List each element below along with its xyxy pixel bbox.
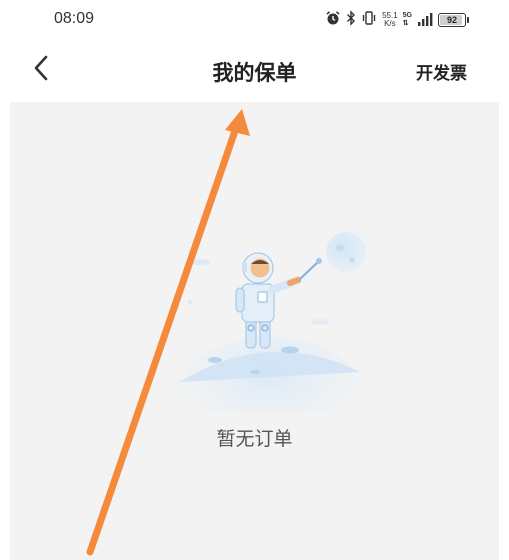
empty-state-message: 暂无订单 [216, 428, 293, 450]
network-type-label: 5G [402, 12, 412, 19]
alarm-icon [325, 10, 341, 30]
battery-icon: 92 [438, 13, 469, 27]
issue-invoice-button[interactable]: 开发票 [416, 59, 467, 84]
status-icons: 55.1 K/s 5G ⇅ 92 [325, 10, 469, 30]
network-type: 5G ⇅ [403, 12, 412, 28]
vibrate-icon [361, 10, 377, 30]
bluetooth-icon [346, 10, 356, 30]
data-arrows-icon: ⇅ [402, 20, 409, 27]
status-bar: 08:09 55.1 K/s 5G ⇅ 92 [0, 0, 509, 40]
astronaut-on-moon-illustration [170, 222, 400, 457]
nav-bar: 我的保单 开发票 [0, 40, 509, 102]
network-speed: 55.1 K/s [382, 12, 398, 28]
battery-cap [467, 17, 469, 23]
battery-level: 92 [446, 15, 457, 25]
status-time: 08:09 [54, 10, 95, 27]
empty-state-panel: 暂无订单 [10, 102, 499, 560]
network-speed-unit: K/s [384, 19, 396, 28]
main-content: 暂无订单 [0, 102, 509, 560]
signal-icon [417, 11, 433, 30]
battery-body: 92 [438, 13, 466, 27]
